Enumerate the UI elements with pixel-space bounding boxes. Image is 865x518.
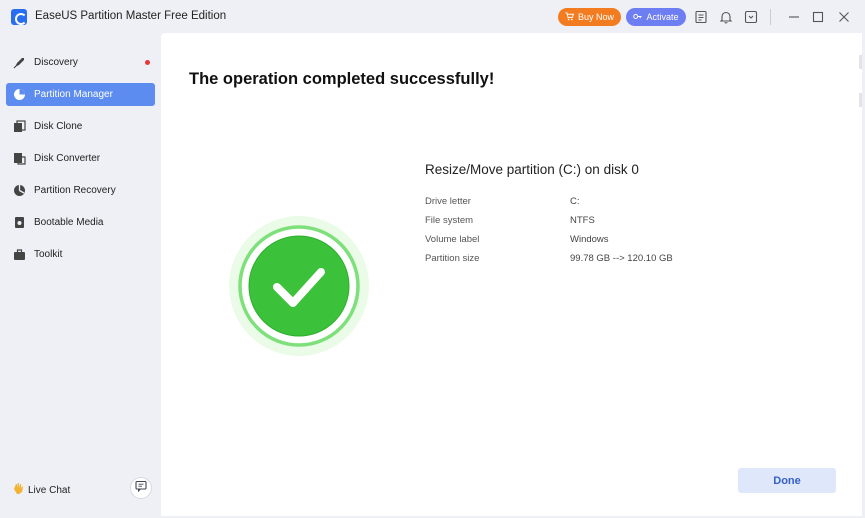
minimize-icon[interactable] [786, 9, 801, 24]
sidebar-item-label: Disk Clone [34, 121, 83, 132]
app-logo-icon [11, 9, 27, 25]
buy-now-button[interactable]: Buy Now [558, 8, 621, 26]
rocket-icon [13, 56, 26, 69]
chat-bubble-icon [135, 479, 147, 497]
sidebar-item-discovery[interactable]: Discovery [6, 51, 155, 74]
detail-value: Windows [570, 234, 609, 245]
sidebar-item-disk-converter[interactable]: Disk Converter [6, 147, 155, 170]
sidebar-item-bootable-media[interactable]: Bootable Media [6, 211, 155, 234]
done-button[interactable]: Done [738, 468, 836, 493]
activate-label: Activate [646, 12, 679, 22]
live-chat-label: Live Chat [28, 484, 71, 496]
detail-value: NTFS [570, 215, 595, 226]
converter-icon [13, 152, 26, 165]
main-panel: The operation completed successfully! Re… [161, 33, 862, 516]
detail-row-partition-size: Partition size 99.78 GB --> 120.10 GB [425, 253, 825, 267]
detail-label: Drive letter [425, 196, 471, 207]
detail-row-file-system: File system NTFS [425, 215, 825, 229]
toolbox-icon [13, 248, 26, 261]
title-bar: EaseUS Partition Master Free Edition Buy… [0, 0, 865, 33]
notification-dot [145, 60, 150, 65]
live-chat-link[interactable]: Live Chat [12, 482, 70, 498]
sidebar-item-label: Partition Recovery [34, 185, 116, 196]
feedback-icon[interactable] [693, 9, 708, 24]
recovery-icon [13, 184, 26, 197]
clone-icon [13, 120, 26, 133]
detail-label: Partition size [425, 253, 480, 264]
detail-label: File system [425, 215, 474, 226]
sidebar-item-label: Disk Converter [34, 153, 101, 164]
sidebar-item-label: Toolkit [34, 249, 63, 260]
cart-icon [565, 11, 575, 23]
hand-icon [12, 482, 25, 498]
close-icon[interactable] [836, 9, 851, 24]
download-box-icon[interactable] [743, 9, 758, 24]
sidebar-item-toolkit[interactable]: Toolkit [6, 243, 155, 266]
window-controls-divider [770, 9, 771, 25]
page-title: The operation completed successfully! [189, 70, 495, 88]
detail-row-drive-letter: Drive letter C: [425, 196, 825, 210]
scrollbar-marker [859, 55, 862, 69]
sidebar-item-disk-clone[interactable]: Disk Clone [6, 115, 155, 138]
sidebar: Discovery Partition Manager Disk Clone D… [0, 33, 161, 518]
buy-now-label: Buy Now [577, 12, 614, 22]
sidebar-item-label: Discovery [34, 57, 78, 68]
sidebar-item-partition-manager[interactable]: Partition Manager [6, 83, 155, 106]
operation-title: Resize/Move partition (C:) on disk 0 [425, 162, 639, 177]
sidebar-item-partition-recovery[interactable]: Partition Recovery [6, 179, 155, 202]
key-icon [633, 12, 643, 23]
maximize-icon[interactable] [810, 9, 825, 24]
sidebar-item-label: Bootable Media [34, 217, 104, 228]
success-check-icon [229, 216, 369, 356]
app-title: EaseUS Partition Master Free Edition [35, 10, 227, 22]
detail-row-volume-label: Volume label Windows [425, 234, 825, 248]
sidebar-item-label: Partition Manager [34, 89, 113, 100]
scrollbar-marker [859, 93, 862, 107]
bell-icon[interactable] [718, 9, 733, 24]
pie-chart-icon [13, 88, 26, 101]
detail-value: C: [570, 196, 580, 207]
detail-value: 99.78 GB --> 120.10 GB [570, 253, 673, 264]
activate-button[interactable]: Activate [626, 8, 686, 26]
chat-button[interactable] [130, 477, 152, 499]
detail-label: Volume label [425, 234, 480, 245]
media-icon [13, 216, 26, 229]
